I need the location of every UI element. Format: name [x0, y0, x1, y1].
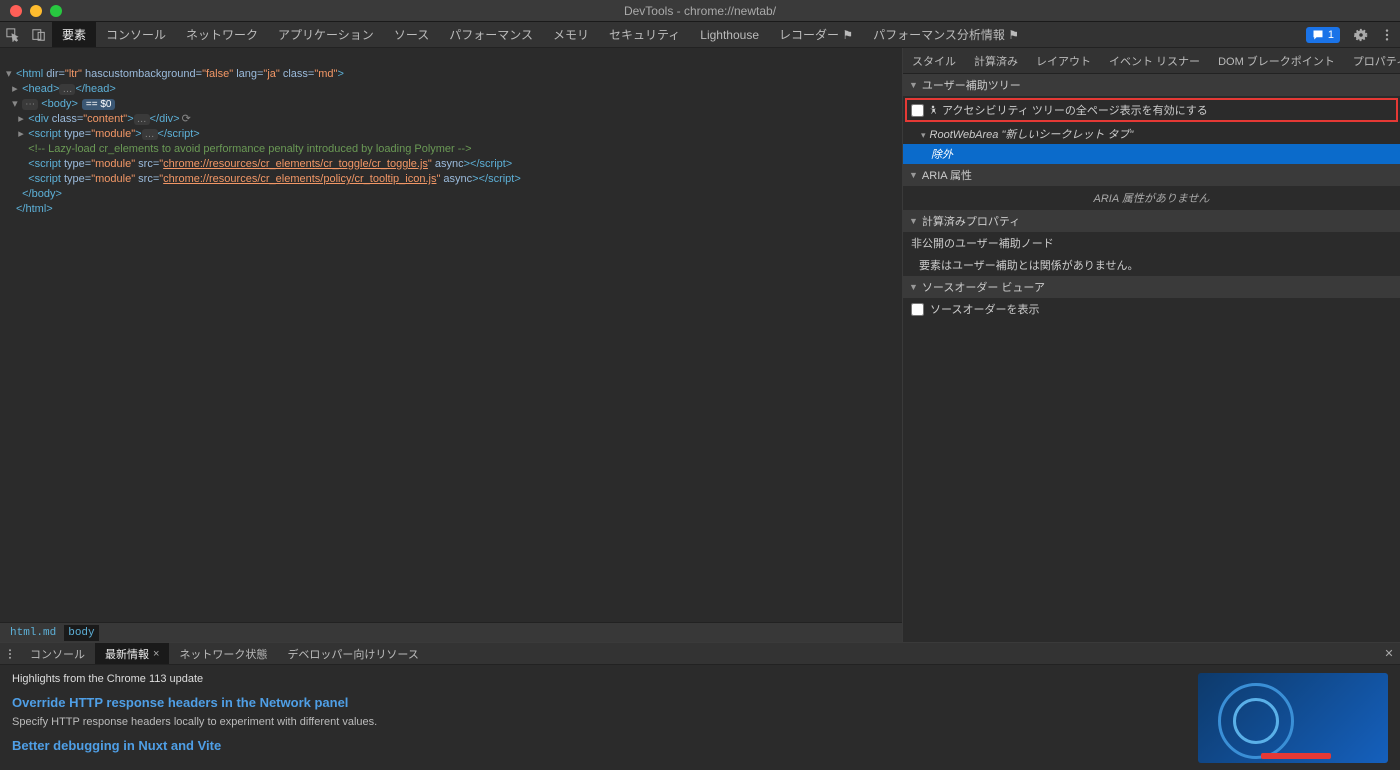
section-a11y-tree-header[interactable]: ▼ユーザー補助ツリー: [903, 74, 1400, 96]
issues-count: 1: [1328, 29, 1334, 41]
sidebar: スタイル計算済みレイアウトイベント リスナーDOM ブレークポイントプロパティア…: [902, 48, 1400, 642]
maximize-window-icon[interactable]: [50, 5, 62, 17]
drawer-tab-1[interactable]: 最新情報×: [95, 643, 169, 664]
enable-full-a11y-tree-row[interactable]: アクセシビリティ ツリーの全ページ表示を有効にする: [905, 98, 1398, 122]
accessibility-icon: [928, 105, 938, 115]
show-source-order-checkbox[interactable]: [911, 303, 924, 316]
close-window-icon[interactable]: [10, 5, 22, 17]
whatsnew-item1-body: Specify HTTP response headers locally to…: [12, 716, 1174, 728]
settings-icon[interactable]: [1348, 22, 1374, 48]
elements-panel: ▾<html dir="ltr" hascustombackground="fa…: [0, 48, 902, 642]
dom-line[interactable]: ▸<head>…</head>: [6, 82, 896, 97]
panel-tab-4[interactable]: ソース: [384, 22, 439, 47]
dom-line[interactable]: <script type="module" src="chrome://reso…: [6, 172, 896, 187]
section-aria-header[interactable]: ▼ARIA 属性: [903, 164, 1400, 186]
main-toolbar: 要素コンソールネットワークアプリケーションソースパフォーマンスメモリセキュリティ…: [0, 22, 1400, 48]
a11y-root-node[interactable]: ▾RootWebArea "新しいシークレット タブ": [903, 124, 1400, 144]
dom-line[interactable]: ▾⋯ <body>== $0: [6, 97, 896, 112]
panel-tab-2[interactable]: ネットワーク: [176, 22, 268, 47]
sidebar-tab-3[interactable]: イベント リスナー: [1100, 48, 1209, 73]
device-toolbar-icon[interactable]: [26, 22, 52, 48]
section-source-order-header[interactable]: ▼ソースオーダー ビューア: [903, 276, 1400, 298]
panel-tab-5[interactable]: パフォーマンス: [439, 22, 543, 47]
dom-tree[interactable]: ▾<html dir="ltr" hascustombackground="fa…: [0, 48, 902, 622]
enable-full-a11y-tree-label: アクセシビリティ ツリーの全ページ表示を有効にする: [942, 102, 1208, 118]
breadcrumb-item[interactable]: body: [64, 625, 98, 641]
panel-tab-8[interactable]: Lighthouse: [690, 22, 769, 47]
more-menu-icon[interactable]: [1374, 22, 1400, 48]
a11y-ignored-node[interactable]: 除外: [903, 144, 1400, 164]
dom-line[interactable]: ▸<script type="module">…</script>: [6, 127, 896, 142]
sidebar-tab-0[interactable]: スタイル: [903, 48, 965, 73]
panel-tab-0[interactable]: 要素: [52, 22, 96, 47]
window-controls: [10, 5, 62, 17]
dom-line[interactable]: ▸<div class="content">…</div>⟳: [6, 112, 896, 127]
breadcrumb: html.mdbody: [0, 622, 902, 642]
enable-full-a11y-tree-checkbox[interactable]: [911, 104, 924, 117]
main-area: ▾<html dir="ltr" hascustombackground="fa…: [0, 48, 1400, 642]
computed-line-2: 要素はユーザー補助とは関係がありません。: [903, 254, 1400, 276]
whats-new-body: Highlights from the Chrome 113 update Ov…: [0, 665, 1400, 770]
issues-badge[interactable]: 1: [1306, 27, 1340, 43]
dom-line[interactable]: </html>: [6, 202, 896, 217]
dom-line[interactable]: ▾<html dir="ltr" hascustombackground="fa…: [6, 67, 896, 82]
sidebar-tab-2[interactable]: レイアウト: [1027, 48, 1100, 73]
panel-tab-3[interactable]: アプリケーション: [268, 22, 384, 47]
accessibility-pane: ▼ユーザー補助ツリー アクセシビリティ ツリーの全ページ表示を有効にする ▾Ro…: [903, 74, 1400, 642]
show-source-order-label: ソースオーダーを表示: [930, 301, 1039, 317]
titlebar: DevTools - chrome://newtab/: [0, 0, 1400, 22]
panel-tab-7[interactable]: セキュリティ: [599, 22, 690, 47]
whatsnew-heading: Highlights from the Chrome 113 update: [12, 673, 1174, 685]
sidebar-tabs: スタイル計算済みレイアウトイベント リスナーDOM ブレークポイントプロパティア…: [903, 48, 1400, 74]
dom-line[interactable]: <script type="module" src="chrome://reso…: [6, 157, 896, 172]
section-computed-header[interactable]: ▼計算済みプロパティ: [903, 210, 1400, 232]
drawer-close-icon[interactable]: ✕: [1378, 647, 1400, 660]
drawer-menu-icon[interactable]: [0, 641, 20, 667]
minimize-window-icon[interactable]: [30, 5, 42, 17]
drawer-tab-3[interactable]: デベロッパー向けリソース: [277, 643, 428, 664]
whatsnew-item2-title[interactable]: Better debugging in Nuxt and Vite: [12, 738, 1174, 753]
drawer-tab-2[interactable]: ネットワーク状態: [169, 643, 277, 664]
drawer-tab-close-icon[interactable]: ×: [153, 648, 159, 660]
panel-tab-9[interactable]: レコーダー ⚑: [769, 22, 863, 47]
window-title: DevTools - chrome://newtab/: [624, 4, 776, 18]
dom-line[interactable]: [6, 52, 896, 67]
panel-tab-6[interactable]: メモリ: [543, 22, 599, 47]
aria-empty-message: ARIA 属性がありません: [903, 186, 1400, 210]
sidebar-tab-5[interactable]: プロパティ: [1344, 48, 1400, 73]
drawer-tabs: コンソール最新情報×ネットワーク状態デベロッパー向けリソース ✕: [0, 643, 1400, 665]
whatsnew-thumbnail: [1198, 673, 1388, 763]
panel-tabs: 要素コンソールネットワークアプリケーションソースパフォーマンスメモリセキュリティ…: [52, 22, 1029, 47]
panel-tab-1[interactable]: コンソール: [96, 22, 176, 47]
breadcrumb-item[interactable]: html.md: [6, 625, 60, 641]
source-order-row[interactable]: ソースオーダーを表示: [903, 298, 1400, 320]
dom-line[interactable]: <!-- Lazy-load cr_elements to avoid perf…: [6, 142, 896, 157]
sidebar-tab-1[interactable]: 計算済み: [965, 48, 1027, 73]
computed-line-1: 非公開のユーザー補助ノード: [903, 232, 1400, 254]
sidebar-tab-4[interactable]: DOM ブレークポイント: [1209, 48, 1344, 73]
whatsnew-item1-title[interactable]: Override HTTP response headers in the Ne…: [12, 695, 1174, 710]
dom-line[interactable]: </body>: [6, 187, 896, 202]
panel-tab-10[interactable]: パフォーマンス分析情報 ⚑: [863, 22, 1029, 47]
drawer: コンソール最新情報×ネットワーク状態デベロッパー向けリソース ✕ Highlig…: [0, 642, 1400, 770]
drawer-tab-0[interactable]: コンソール: [20, 643, 95, 664]
inspect-element-icon[interactable]: [0, 22, 26, 48]
